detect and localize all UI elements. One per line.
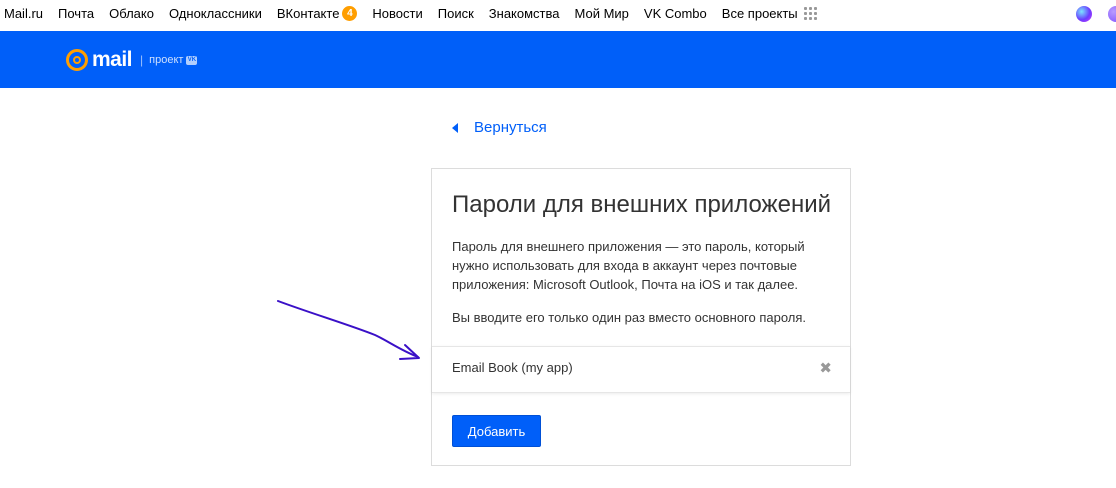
back-link-label: Вернуться xyxy=(474,119,547,136)
portal-link-ok[interactable]: Одноклассники xyxy=(169,6,262,21)
portal-link-vk[interactable]: ВКонтакте 4 xyxy=(277,6,358,21)
portal-link-search[interactable]: Поиск xyxy=(438,6,474,21)
portal-link-vk-label: ВКонтакте xyxy=(276,6,340,21)
portal-link-mailru[interactable]: Mail.ru xyxy=(4,6,43,21)
portal-link-cloud[interactable]: Облако xyxy=(109,6,154,21)
logo-subtitle: проект xyxy=(149,54,184,66)
notification-badge: 4 xyxy=(342,6,358,21)
back-link[interactable]: Вернуться xyxy=(452,119,547,136)
portal-link-news[interactable]: Новости xyxy=(372,6,422,21)
logo-separator: | xyxy=(140,53,144,67)
close-icon[interactable]: ✖ xyxy=(819,359,832,377)
portal-link-all-projects-label: Все проекты xyxy=(721,6,798,21)
user-avatar[interactable] xyxy=(1108,6,1116,22)
mail-logo[interactable]: mail | проект VK xyxy=(66,48,198,72)
assistant-orb-icon[interactable] xyxy=(1076,6,1092,22)
portal-links: Mail.ru Почта Облако Одноклассники ВКонт… xyxy=(4,6,832,21)
apps-grid-icon xyxy=(803,7,817,20)
vk-logo-icon: VK xyxy=(186,55,198,65)
annotation-arrow-icon xyxy=(277,300,420,360)
logo-text: mail xyxy=(92,48,133,71)
app-name: Email Book (my app) xyxy=(452,360,573,375)
card-note: Вы вводите его только один раз вместо ос… xyxy=(452,310,807,325)
site-header: mail | проект VK xyxy=(0,31,1116,88)
portal-bar: Mail.ru Почта Облако Одноклассники ВКонт… xyxy=(0,0,1116,31)
add-button[interactable]: Добавить xyxy=(452,415,541,447)
at-logo-icon xyxy=(66,49,88,71)
portal-link-my-world[interactable]: Мой Мир xyxy=(575,6,629,21)
list-item: Email Book (my app) ✖ xyxy=(432,346,850,393)
portal-link-all-projects[interactable]: Все проекты xyxy=(722,6,817,21)
portal-link-mail[interactable]: Почта xyxy=(58,6,94,21)
page-title: Пароли для внешних приложений xyxy=(452,191,832,218)
back-arrow-icon xyxy=(452,122,458,133)
portal-link-vk-combo[interactable]: VK Combo xyxy=(644,6,707,21)
app-passwords-card: Пароли для внешних приложений Пароль для… xyxy=(431,168,851,466)
portal-link-dating[interactable]: Знакомства xyxy=(489,6,560,21)
card-description: Пароль для внешнего приложения — это пар… xyxy=(452,239,805,292)
